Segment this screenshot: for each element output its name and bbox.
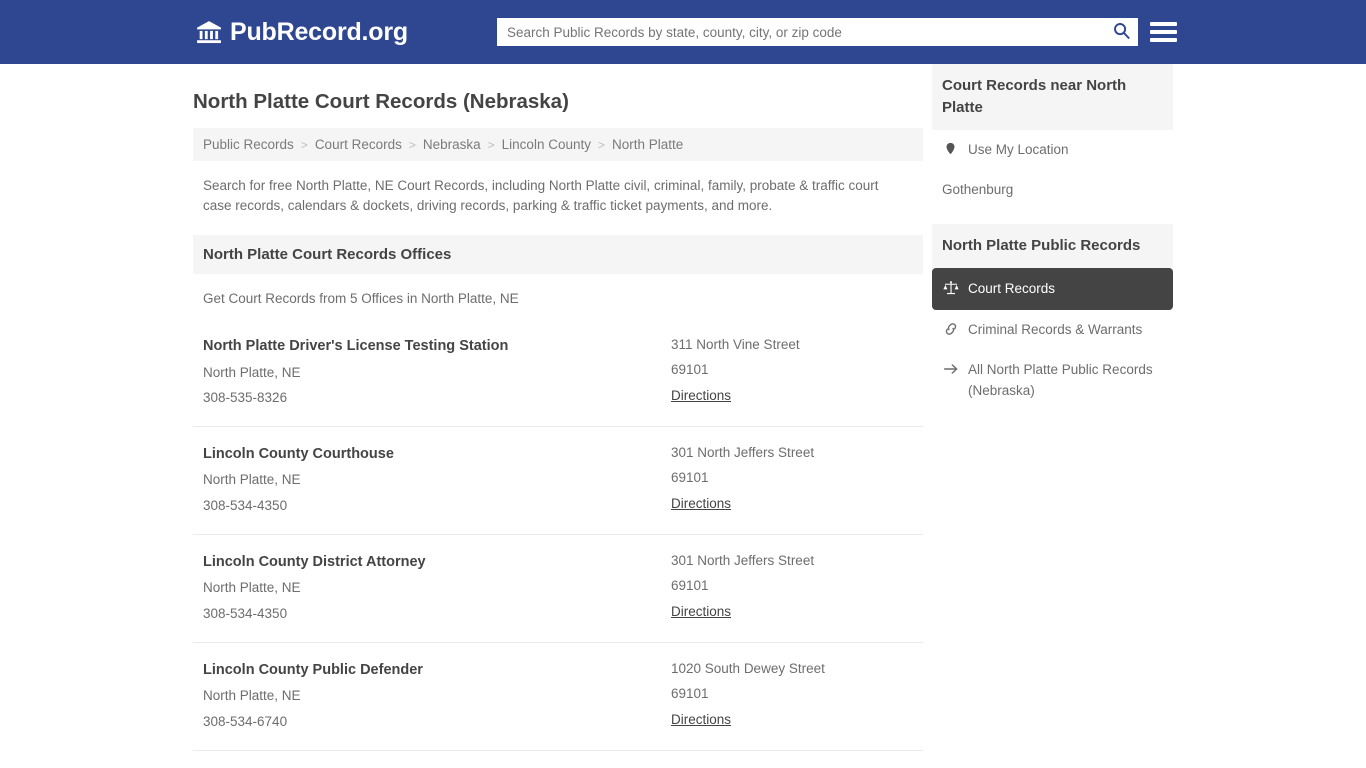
breadcrumb-item[interactable]: North Platte xyxy=(612,137,683,152)
office-phone: 308-535-8326 xyxy=(203,390,288,406)
search-icon xyxy=(1112,21,1131,43)
brand-name: PubRecord.org xyxy=(230,17,408,46)
office-details: North Platte Driver's License Testing St… xyxy=(203,333,671,411)
site-logo[interactable]: PubRecord.org xyxy=(196,18,408,47)
search-input[interactable] xyxy=(497,18,1104,46)
breadcrumb-item[interactable]: Public Records xyxy=(203,137,294,152)
office-city-state: North Platte, NE xyxy=(203,580,301,596)
sidebar: Court Records near North Platte Use My L… xyxy=(932,64,1173,768)
section-subtitle: Get Court Records from 5 Offices in Nort… xyxy=(203,291,519,307)
office-phone: 308-534-6740 xyxy=(203,714,288,730)
office-phone: 308-534-4350 xyxy=(203,498,288,514)
breadcrumb-separator: > xyxy=(597,137,605,152)
office-street: 301 North Jeffers Street xyxy=(671,445,815,461)
breadcrumb: Public Records > Court Records > Nebraska > Li… xyxy=(193,128,923,161)
public-records-box: North Platte Public Records Court Record… xyxy=(932,224,1173,411)
bank-building-icon xyxy=(196,19,222,45)
breadcrumb-item[interactable]: Nebraska xyxy=(423,137,481,152)
breadcrumb-item[interactable]: Lincoln County xyxy=(502,137,591,152)
office-name: Lincoln County Public Defender xyxy=(203,662,423,679)
office-details: Lincoln County District Attorney North Pl… xyxy=(203,549,671,627)
records-link-criminal-records-warrants[interactable]: Criminal Records & Warrants xyxy=(932,310,1173,350)
main-content: North Platte Court Records (Nebraska) Pu… xyxy=(193,64,923,768)
office-address: 301 North Jeffers Street 69101 Directions xyxy=(671,441,913,519)
nearby-records-box: Court Records near North Platte Use My L… xyxy=(932,64,1173,210)
office-list: North Platte Driver's License Testing St… xyxy=(193,319,923,768)
records-link-label: Criminal Records & Warrants xyxy=(968,322,1143,337)
office-name: Lincoln County District Attorney xyxy=(203,554,426,571)
office-zip: 69101 xyxy=(671,686,709,702)
breadcrumb-item[interactable]: Court Records xyxy=(315,137,402,152)
public-records-links: Court Records Criminal Records & Warrants… xyxy=(932,267,1173,411)
records-link-court-records[interactable]: Court Records xyxy=(932,267,1173,310)
office-street: 311 North Vine Street xyxy=(671,337,800,353)
balance-scale-icon xyxy=(942,279,959,296)
office-name: North Platte Driver's License Testing St… xyxy=(203,338,509,355)
records-link-label: All North Platte Public Records (Nebrask… xyxy=(968,362,1153,398)
directions-link[interactable]: Directions xyxy=(671,491,731,517)
map-pin-icon xyxy=(942,140,959,156)
section-title: North Platte Court Records Offices xyxy=(193,235,923,275)
nearby-places-list: Gothenburg xyxy=(932,170,1173,210)
office-street: 1020 South Dewey Street xyxy=(671,661,825,677)
search-button[interactable] xyxy=(1104,18,1138,46)
office-address: 311 North Vine Street 69101 Directions xyxy=(671,333,913,411)
directions-link[interactable]: Directions xyxy=(671,707,731,733)
use-my-location-label: Use My Location xyxy=(968,141,1069,157)
office-address: 301 North Jeffers Street 69101 Directions xyxy=(671,549,913,627)
records-link-label: Court Records xyxy=(968,280,1056,296)
search-bar xyxy=(497,18,1138,46)
handcuffs-icon xyxy=(942,320,959,337)
use-my-location-link[interactable]: Use My Location xyxy=(932,130,1173,170)
site-header: PubRecord.org xyxy=(0,0,1366,64)
breadcrumb-separator: > xyxy=(487,137,495,152)
hamburger-menu-icon xyxy=(1150,22,1177,26)
office-row: Lincoln County Public Defender North Plat… xyxy=(193,643,923,752)
office-city-state: North Platte, NE xyxy=(203,364,301,380)
office-zip: 69101 xyxy=(671,578,709,594)
nearby-records-title: Court Records near North Platte xyxy=(932,64,1173,130)
office-row: North Platte Driver's License Testing St… xyxy=(193,319,923,428)
office-address: 1020 South Dewey Street 69101 Directions xyxy=(671,657,913,735)
breadcrumb-separator: > xyxy=(408,137,416,152)
directions-link[interactable]: Directions xyxy=(671,599,731,625)
page-title: North Platte Court Records (Nebraska) xyxy=(193,90,569,113)
page-body: North Platte Court Records (Nebraska) Pu… xyxy=(0,64,1366,768)
office-zip: 69101 xyxy=(671,362,709,378)
public-records-title: North Platte Public Records xyxy=(932,224,1173,268)
nearby-place-link[interactable]: Gothenburg xyxy=(932,170,1173,210)
records-link-all-north-platte-public-records-nebraska[interactable]: All North Platte Public Records (Nebrask… xyxy=(932,350,1173,411)
hamburger-menu-button[interactable] xyxy=(1150,18,1177,46)
office-city-state: North Platte, NE xyxy=(203,472,301,488)
office-details: Lincoln County Public Defender North Plat… xyxy=(203,657,671,735)
office-row: Lincoln County Courthouse North Platte, N… xyxy=(193,427,923,536)
office-row: Lincoln County District Attorney North Pl… xyxy=(193,535,923,644)
breadcrumb-separator: > xyxy=(300,137,308,152)
office-zip: 69101 xyxy=(671,470,709,486)
office-city-state: North Platte, NE xyxy=(203,688,301,704)
office-street: 301 North Jeffers Street xyxy=(671,553,815,569)
office-name: Lincoln County Courthouse xyxy=(203,446,394,463)
arrow-right-icon xyxy=(942,360,959,377)
directions-link[interactable]: Directions xyxy=(671,383,731,409)
intro-text: Search for free North Platte, NE Court R… xyxy=(203,178,879,213)
office-row: Mcpherson County District AttorneyNorth … xyxy=(193,751,923,768)
office-details: Lincoln County Courthouse North Platte, N… xyxy=(203,441,671,519)
office-phone: 308-534-4350 xyxy=(203,606,288,622)
